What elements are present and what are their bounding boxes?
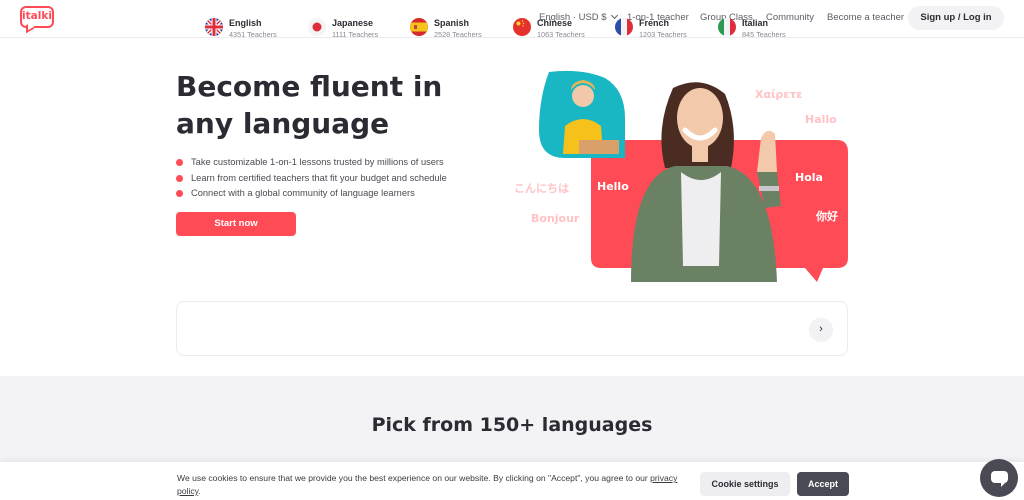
hero-bullet: Connect with a global community of langu… [176,187,447,203]
cookie-message: We use cookies to ensure that we provide… [177,472,687,498]
greeting-word: こんにちは [514,182,569,195]
teacher-count: 1203 Teachers [639,30,687,39]
chat-button[interactable] [980,459,1018,497]
hero-bullet: Learn from certified teachers that fit y… [176,172,447,188]
language-name: English [229,18,262,28]
signup-login-button[interactable]: Sign up / Log in [908,6,1004,30]
cookie-text: We use cookies to ensure that we provide… [177,473,648,483]
language-name: Japanese [332,18,374,28]
greeting-word: Χαίρετε [755,88,803,101]
greeting-word: Bonjour [531,212,580,225]
chevron-right-icon: › [819,323,823,335]
teacher-count: 1111 Teachers [332,30,379,39]
site-header: italki English · USD $ 1-on-1 teacher Gr… [0,0,1024,38]
cookie-banner: We use cookies to ensure that we provide… [0,462,1024,500]
italy-flag-icon [718,18,736,36]
uk-flag-icon [205,18,223,36]
accept-cookies-button[interactable]: Accept [797,472,849,496]
language-name: Spanish [434,18,470,28]
japan-flag-icon [308,18,326,36]
teacher-count: 845 Teachers [742,30,786,39]
chat-icon [991,471,1008,487]
nav-become-teacher[interactable]: Become a teacher [827,12,904,23]
hero-bullet: Take customizable 1-on-1 lessons trusted… [176,156,447,172]
greeting-word: Hello [597,180,629,193]
language-name: Chinese [537,18,573,28]
greeting-word: 你好 [816,210,838,223]
section-title: Pick from 150+ languages [371,414,653,436]
chevron-down-icon [610,11,618,20]
china-flag-icon [513,18,531,36]
language-carousel [176,301,848,356]
teacher-count: 1063 Teachers [537,30,585,39]
france-flag-icon [615,18,633,36]
start-now-button[interactable]: Start now [176,212,296,236]
teacher-count: 2528 Teachers [434,30,482,39]
greeting-word: Hallo [805,113,837,126]
carousel-next-button[interactable]: › [809,318,833,342]
cookie-settings-button[interactable]: Cookie settings [700,472,790,496]
spain-flag-icon [410,18,428,36]
italki-logo[interactable]: italki [20,6,54,28]
language-name: French [639,18,670,28]
language-name: Italian [742,18,769,28]
greeting-word: Hola [795,171,823,184]
cookie-text-suffix: . [198,486,201,496]
nav-community[interactable]: Community [766,12,814,23]
hero-illustration: Χαίρετε Hallo こんにちは Hello Hola Bonjour 你… [505,68,855,288]
teacher-count: 4351 Teachers [229,30,277,39]
hero-title: Become fluent in any language [176,70,443,140]
hero-bullet-list: Take customizable 1-on-1 lessons trusted… [176,156,447,203]
